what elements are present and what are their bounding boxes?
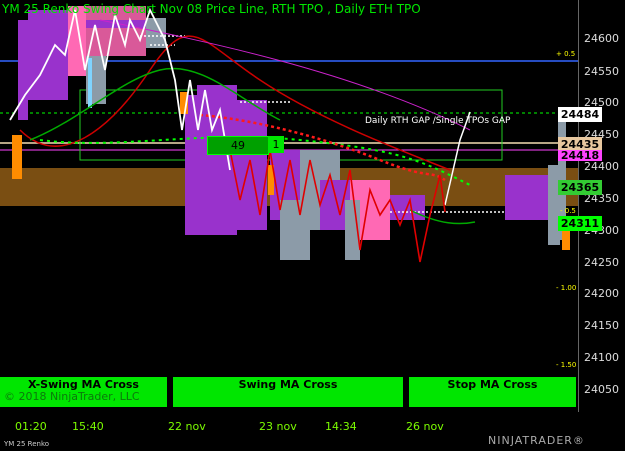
x-tick: 14:34	[325, 420, 357, 433]
count-box: 49	[207, 136, 269, 155]
chart-canvas	[0, 6, 578, 263]
x-tick: 15:40	[72, 420, 104, 433]
y-tick: 24200	[584, 287, 619, 300]
swing-ma-cross-button[interactable]: Swing MA Cross	[173, 377, 403, 407]
brand-logo: NINJATRADER®	[488, 434, 585, 447]
price-badge: 24418	[558, 150, 602, 161]
y-tick: 24250	[584, 256, 619, 269]
price-badge: 24311	[558, 216, 602, 231]
level-label: - 1.50	[556, 361, 577, 369]
count-box-2: 1	[268, 136, 284, 153]
copyright: © 2018 NinjaTrader, LLC	[4, 390, 140, 403]
y-tick: 24150	[584, 319, 619, 332]
x-tick: 26 nov	[406, 420, 444, 433]
y-tick: 24550	[584, 65, 619, 78]
chart-area[interactable]	[0, 0, 578, 412]
level-label: + 0.5	[556, 50, 576, 58]
x-tick: 01:20	[15, 420, 47, 433]
x-tick: 23 nov	[259, 420, 297, 433]
level-label: - 1.00	[556, 284, 577, 292]
stop-ma-cross-button[interactable]: Stop MA Cross	[409, 377, 576, 407]
x-tick: 22 nov	[168, 420, 206, 433]
price-badge: 24365	[558, 180, 602, 195]
y-tick: 24100	[584, 351, 619, 364]
y-tick: 24050	[584, 383, 619, 396]
gap-label: Daily RTH GAP /Single TPOs GAP	[365, 116, 511, 126]
level-label: - 0.5	[560, 207, 576, 215]
y-tick: 24600	[584, 32, 619, 45]
price-badge: 24484	[558, 107, 602, 122]
instrument-label: YM 25 Renko	[4, 440, 50, 448]
chart-title: YM 25 Renko Swing Chart Nov 08 Price Lin…	[2, 2, 421, 16]
